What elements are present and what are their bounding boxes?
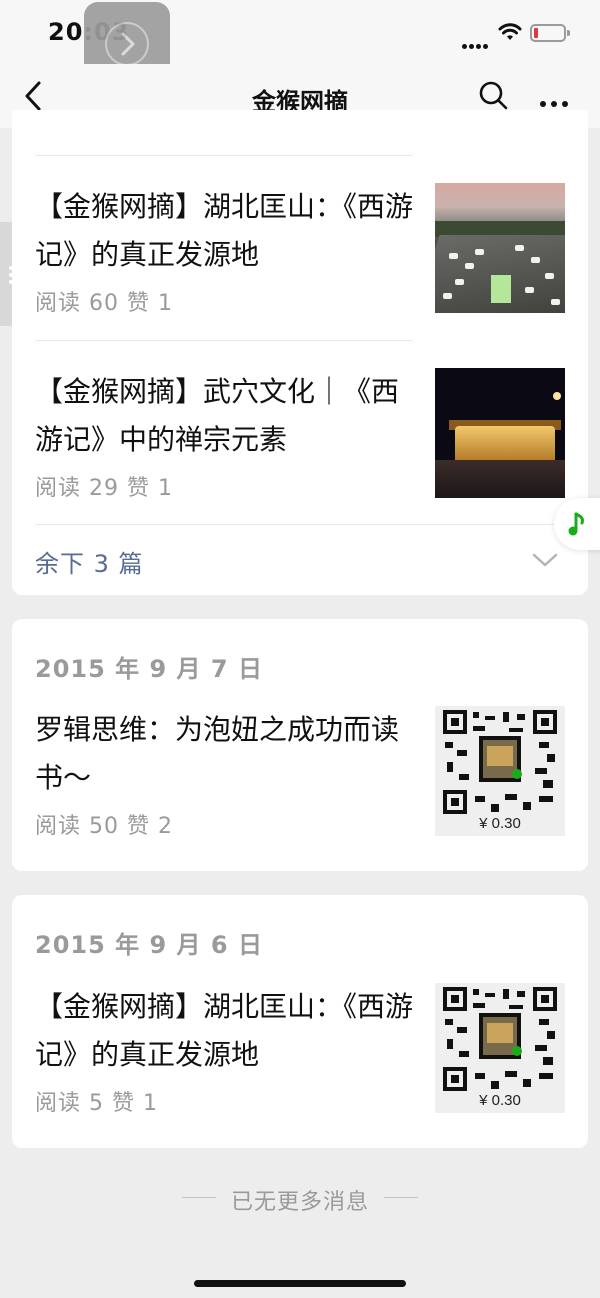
message-card: 2015 年 9 月 6 日 【金猴网摘】湖北匡山：《西游记》的真正发源地 阅读…: [12, 895, 588, 1148]
price-label: ¥ 0.30: [479, 815, 521, 832]
article-stats: 阅读 60 赞 1: [35, 291, 173, 316]
no-more-messages-label: 已无更多消息: [230, 1190, 369, 1215]
message-card: 2015 年 9 月 7 日 罗辑思维：为泡妞之成功而读书～ 阅读 50 赞 2…: [12, 619, 588, 871]
wifi-icon: [498, 23, 522, 40]
price-label: ¥ 0.30: [479, 1092, 521, 1109]
article-title: 【金猴网摘】湖北匡山：《西游记》的真正发源地: [35, 190, 414, 271]
signal-icon: [462, 34, 490, 49]
search-icon[interactable]: [478, 80, 510, 112]
qr-code-icon: [443, 987, 557, 1091]
chevron-right-icon: [121, 32, 135, 56]
article-item[interactable]: 【金猴网摘】湖北匡山：《西游记》的真正发源地 阅读 60 赞 1: [35, 183, 565, 323]
qr-code-thumbnail: ¥ 0.30: [435, 983, 565, 1113]
article-stats: 阅读 29 赞 1: [35, 476, 173, 501]
battery-icon: [530, 24, 570, 42]
more-articles-link[interactable]: 余下 3 篇: [35, 544, 144, 579]
chevron-down-icon[interactable]: [532, 552, 558, 568]
music-player-tab[interactable]: [554, 498, 600, 550]
music-note-icon: [568, 512, 584, 536]
article-title: 【金猴网摘】武穴文化｜《西游记》中的禅宗元素: [35, 375, 400, 456]
more-icon[interactable]: [540, 92, 573, 111]
article-item[interactable]: 【金猴网摘】湖北匡山：《西游记》的真正发源地 阅读 5 赞 1 ¥ 0.30: [35, 983, 565, 1123]
article-thumbnail: [435, 368, 565, 498]
divider: [35, 524, 565, 525]
message-date: 2015 年 9 月 6 日: [35, 931, 263, 959]
article-item[interactable]: 罗辑思维：为泡妞之成功而读书～ 阅读 50 赞 2 ¥ 0.30: [35, 706, 565, 846]
article-title: 【金猴网摘】湖北匡山：《西游记》的真正发源地: [35, 990, 414, 1071]
article-title: 罗辑思维：为泡妞之成功而读书～: [35, 713, 400, 794]
qr-code-icon: [443, 710, 557, 814]
divider: [35, 340, 413, 341]
qr-code-thumbnail: ¥ 0.30: [435, 706, 565, 836]
article-item[interactable]: 【金猴网摘】武穴文化｜《西游记》中的禅宗元素 阅读 29 赞 1: [35, 368, 565, 508]
article-stats: 阅读 5 赞 1: [35, 1091, 158, 1116]
article-stats: 阅读 50 赞 2: [35, 814, 173, 839]
article-thumbnail: [435, 183, 565, 313]
message-card: 【金猴网摘】湖北匡山：《西游记》的真正发源地 阅读 60 赞 1 【金猴网摘】武…: [12, 110, 588, 595]
message-date: 2015 年 9 月 7 日: [35, 655, 263, 683]
divider: [384, 1197, 418, 1198]
home-indicator[interactable]: [194, 1280, 406, 1287]
divider: [35, 155, 413, 156]
